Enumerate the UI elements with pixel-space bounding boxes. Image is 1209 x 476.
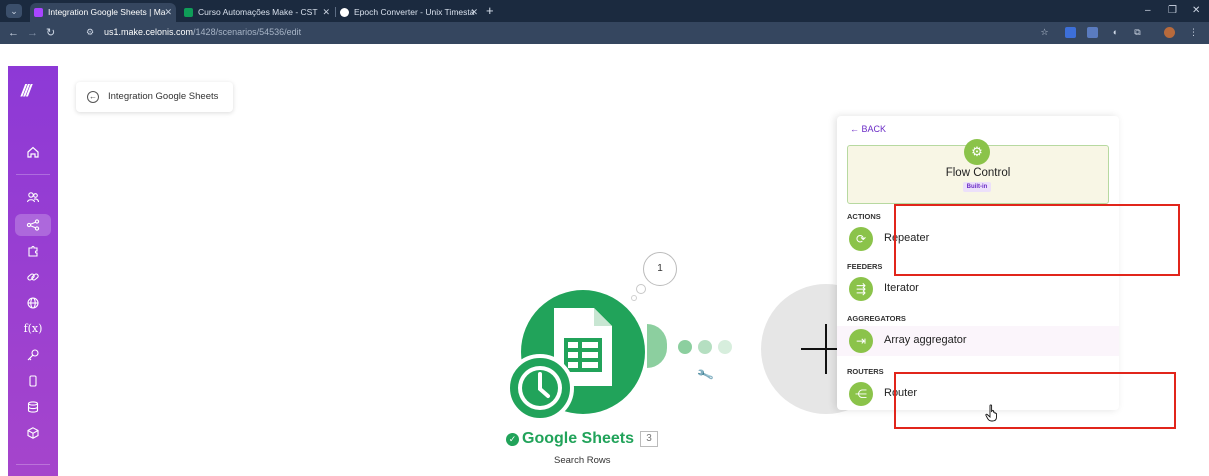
url-path: /1428/scenarios/54536/edit xyxy=(193,27,302,37)
extension-icon[interactable] xyxy=(1065,27,1076,38)
plus-icon xyxy=(825,324,827,374)
iterator-icon: ⇶ xyxy=(849,277,873,301)
module-id-badge: 3 xyxy=(640,431,659,447)
module-item-iterator[interactable]: ⇶ Iterator xyxy=(837,274,1119,304)
sidebar-divider xyxy=(16,464,50,465)
webhooks-globe-icon[interactable] xyxy=(15,292,51,314)
aggregator-icon: ⇥ xyxy=(849,329,873,353)
forward-arrow-icon[interactable]: → xyxy=(27,25,38,41)
profile-avatar[interactable] xyxy=(1164,27,1175,38)
module-item-repeater[interactable]: ⟳ Repeater xyxy=(837,224,1119,254)
new-tab-button[interactable]: + xyxy=(486,3,494,19)
hand-cursor-icon xyxy=(985,404,997,422)
flow-control-card[interactable]: ⚙ Flow Control Built-in xyxy=(847,139,1109,204)
router-icon: ⋲ xyxy=(849,382,873,406)
data-structures-cube-icon[interactable] xyxy=(15,422,51,444)
selected-app-name: Flow Control xyxy=(945,167,1011,179)
gear-icon: ⚙ xyxy=(964,139,990,165)
site-settings-icon[interactable]: ⚙ xyxy=(86,26,98,38)
extensions-puzzle-icon[interactable]: ⧉ xyxy=(1132,27,1143,38)
built-in-badge: Built-in xyxy=(963,182,991,192)
module-item-router[interactable]: ⋲ Router xyxy=(837,379,1119,409)
templates-puzzle-icon[interactable] xyxy=(15,240,51,262)
close-tab-icon[interactable]: ✕ xyxy=(470,3,478,22)
tab-curso-automacoes[interactable]: Curso Automações Make - CST ✕ xyxy=(180,3,334,22)
functions-icon[interactable]: f(x) xyxy=(15,318,51,340)
module-app-name: Google Sheets xyxy=(522,430,635,447)
close-window-icon[interactable]: ✕ xyxy=(1192,2,1200,20)
operation-bubble[interactable]: 1 xyxy=(643,252,677,286)
connector-dot xyxy=(678,340,692,354)
browser-tab-bar: ⌄ Integration Google Sheets | Ma ✕ Curso… xyxy=(0,0,1209,22)
wrench-settings-icon[interactable]: 🔧 xyxy=(696,366,715,384)
repeat-icon: ⟳ xyxy=(849,227,873,251)
module-picker-panel: ← BACK ⚙ Flow Control Built-in ACTIONS ⟳… xyxy=(837,116,1119,410)
home-icon[interactable] xyxy=(15,141,51,163)
browser-address-bar: ← → ↻ ⚙ us1.make.celonis.com/1428/scenar… xyxy=(0,22,1209,44)
module-item-array-aggregator[interactable]: ⇥ Array aggregator xyxy=(837,326,1119,356)
url-host: us1.make.celonis.com xyxy=(104,27,194,37)
more-menu-icon[interactable]: ⋮ xyxy=(1188,27,1199,38)
module-operation: Search Rows xyxy=(554,455,611,466)
data-stores-icon[interactable] xyxy=(15,396,51,418)
epoch-favicon-icon xyxy=(340,8,349,17)
make-favicon-icon xyxy=(34,8,43,17)
reload-icon[interactable]: ↻ xyxy=(46,25,55,41)
check-icon: ✓ xyxy=(506,432,519,446)
tab-integration-google-sheets[interactable]: Integration Google Sheets | Ma ✕ xyxy=(30,3,176,22)
back-arrow-icon[interactable]: ← xyxy=(8,25,19,41)
module-connector-handle[interactable] xyxy=(647,324,667,368)
section-heading: ROUTERS xyxy=(847,367,884,376)
sheets-favicon-icon xyxy=(184,8,193,17)
connector-dot xyxy=(718,340,732,354)
module-item-label: Array aggregator xyxy=(884,334,967,346)
tab-title: Integration Google Sheets | Ma xyxy=(48,7,166,17)
team-icon[interactable] xyxy=(15,186,51,208)
module-item-label: Iterator xyxy=(884,282,919,294)
tab-title: Epoch Converter - Unix Timesta xyxy=(354,7,475,17)
module-item-label: Repeater xyxy=(884,232,930,244)
connector-dot xyxy=(698,340,712,354)
minimize-icon[interactable]: – xyxy=(1145,2,1151,20)
url-field[interactable]: us1.make.celonis.com/1428/scenarios/5453… xyxy=(104,26,301,39)
back-arrow-icon[interactable]: ← xyxy=(87,91,99,103)
extension-icon[interactable]: ◐ xyxy=(1110,27,1121,38)
tab-title: Curso Automações Make - CST xyxy=(198,7,318,17)
close-tab-icon[interactable]: ✕ xyxy=(164,3,172,22)
close-tab-icon[interactable]: ✕ xyxy=(322,3,330,22)
scenario-name-chip[interactable]: ← Integration Google Sheets xyxy=(76,82,233,112)
tab-search-button[interactable]: ⌄ xyxy=(6,4,22,18)
module-title: ✓ Google Sheets 3 xyxy=(506,430,659,452)
bubble-tail xyxy=(636,284,646,294)
scenarios-icon[interactable] xyxy=(15,214,51,236)
schedule-clock-icon[interactable] xyxy=(506,354,574,422)
bubble-tail xyxy=(631,295,637,301)
connections-link-icon[interactable] xyxy=(15,266,51,288)
make-sidebar: /// f(x) xyxy=(8,66,58,476)
section-heading: FEEDERS xyxy=(847,262,883,271)
keys-icon[interactable] xyxy=(15,344,51,366)
tab-epoch-converter[interactable]: Epoch Converter - Unix Timesta ✕ xyxy=(336,3,482,22)
section-heading: AGGREGATORS xyxy=(847,314,906,323)
back-button[interactable]: ← BACK xyxy=(850,124,886,134)
module-item-label: Router xyxy=(884,387,918,399)
scenario-name: Integration Google Sheets xyxy=(108,91,219,102)
bookmark-star-icon[interactable]: ☆ xyxy=(1039,27,1050,38)
sidebar-divider xyxy=(16,174,50,175)
make-logo[interactable]: /// xyxy=(21,81,31,101)
section-heading: ACTIONS xyxy=(847,212,881,221)
devices-icon[interactable] xyxy=(15,370,51,392)
restore-icon[interactable]: ❐ xyxy=(1168,2,1177,20)
extension-icon[interactable] xyxy=(1087,27,1098,38)
